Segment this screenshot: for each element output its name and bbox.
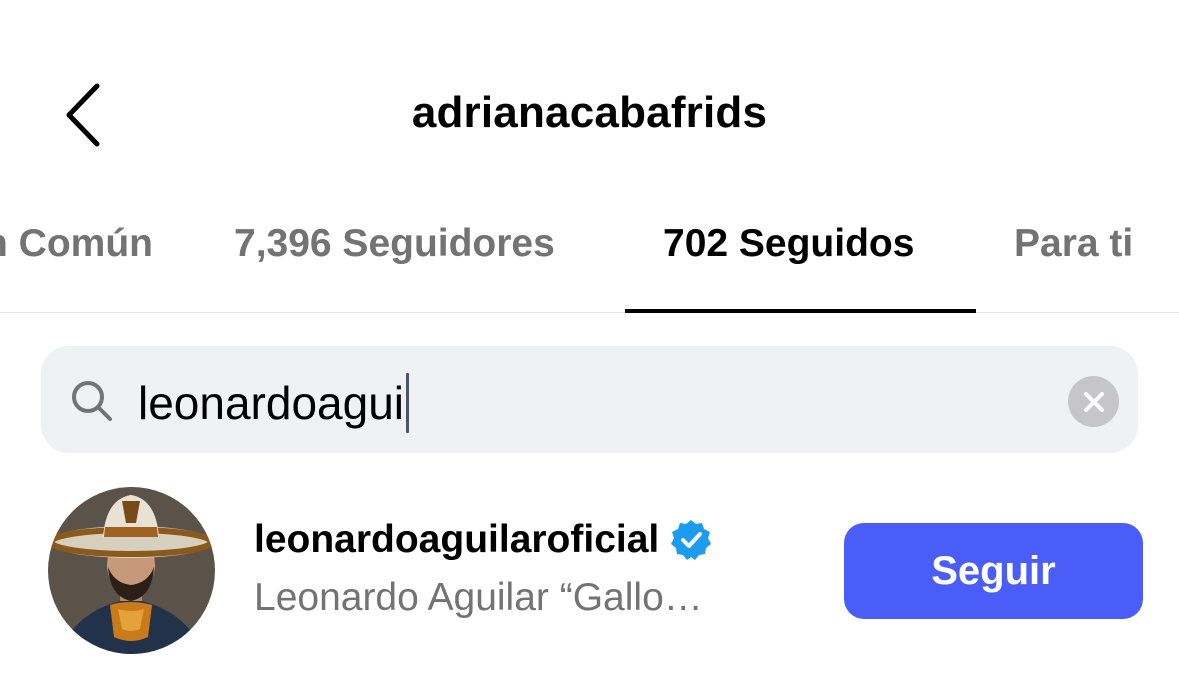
username-text: leonardoaguilaroficial bbox=[254, 518, 660, 561]
search-input-value: leonardoagui bbox=[138, 377, 405, 429]
close-icon bbox=[1083, 391, 1104, 412]
result-username[interactable]: leonardoaguilaroficial bbox=[254, 518, 713, 562]
tab-following[interactable]: 702 Seguidos bbox=[663, 222, 914, 266]
clear-search-button[interactable] bbox=[1068, 376, 1119, 427]
profile-photo bbox=[48, 487, 215, 654]
search-input[interactable]: leonardoagui bbox=[138, 373, 410, 433]
tab-followers[interactable]: 7,396 Seguidores bbox=[234, 222, 555, 266]
page-title: adrianacabafrids bbox=[411, 88, 768, 137]
tab-bar: n Común 7,396 Seguidores 702 Seguidos Pa… bbox=[0, 200, 1179, 313]
follow-button[interactable]: Seguir bbox=[844, 523, 1143, 619]
verified-badge-icon bbox=[671, 520, 712, 560]
result-full-name: Leonardo Aguilar “Gallo… bbox=[254, 576, 703, 619]
text-caret bbox=[406, 373, 410, 433]
active-tab-indicator bbox=[625, 309, 976, 313]
tab-for-you[interactable]: Para ti bbox=[1014, 222, 1133, 266]
avatar[interactable] bbox=[48, 487, 215, 654]
search-icon bbox=[72, 381, 112, 421]
tab-mutual[interactable]: n Común bbox=[0, 222, 153, 266]
